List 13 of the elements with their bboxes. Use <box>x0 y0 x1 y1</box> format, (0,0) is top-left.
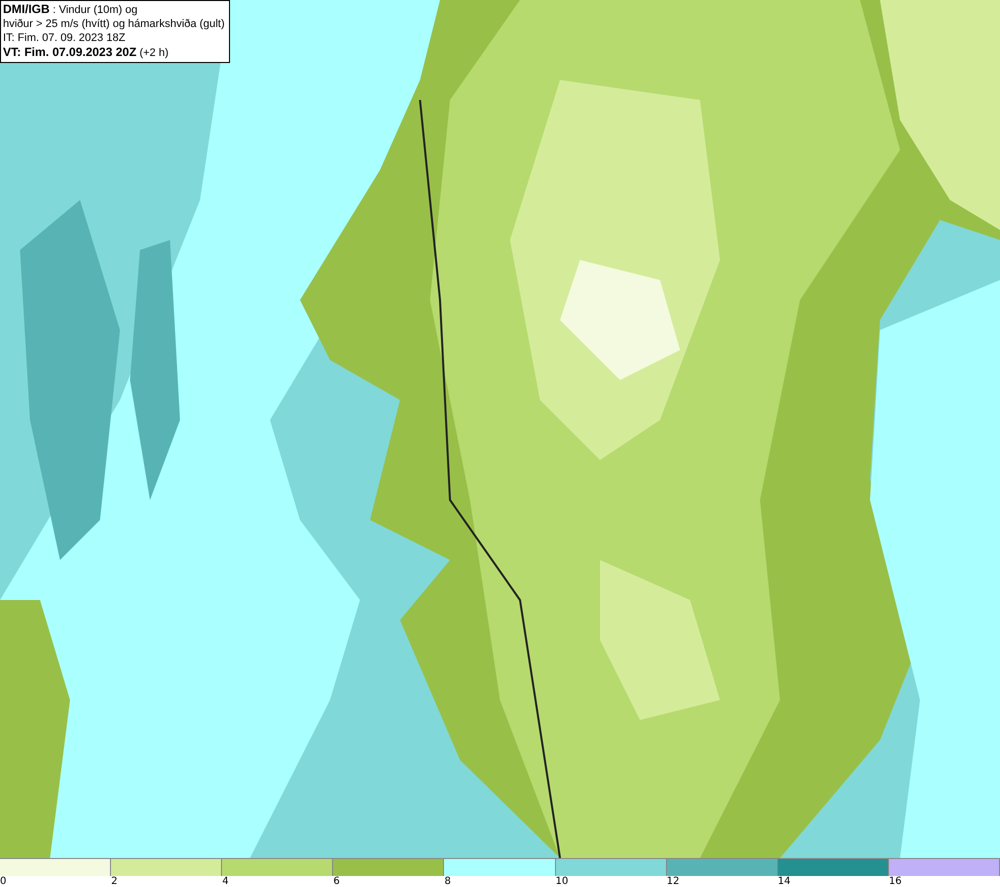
legend-label: 14 <box>778 876 790 887</box>
legend-label: 10 <box>556 876 568 887</box>
caption-line: IT: Fim. 07. 09. 2023 18Z <box>3 31 126 45</box>
legend-label: 2 <box>111 876 118 887</box>
legend-label: 4 <box>222 876 229 887</box>
legend-label: 16 <box>888 876 902 887</box>
caption-line: hviður > 25 m/s (hvítt) og hámarkshviða (gult) <box>3 17 225 31</box>
legend-label: 0 <box>0 876 6 887</box>
caption-line: DMI/IGB : Vindur (10m) og <box>3 2 139 17</box>
legend-label: 8 <box>444 876 451 887</box>
caption-line: VT: Fim. 07.09.2023 20Z (+2 h) <box>3 45 170 60</box>
legend-label: 12 <box>666 876 680 887</box>
legend-label: 6 <box>333 876 340 887</box>
